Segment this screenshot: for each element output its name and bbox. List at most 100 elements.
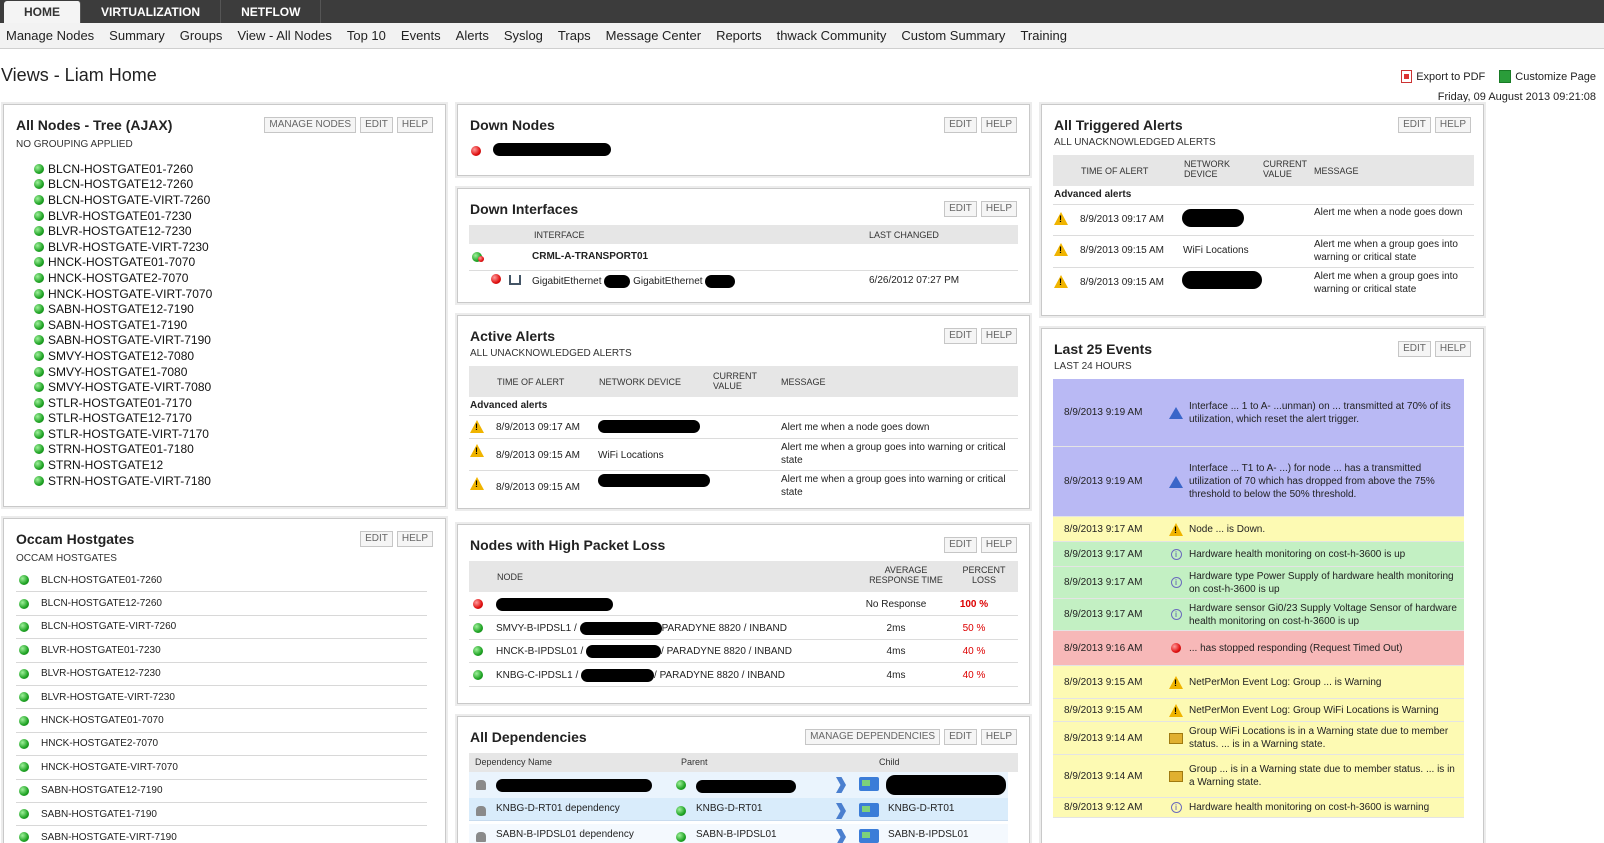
menu-groups[interactable]: Groups <box>180 23 238 48</box>
menu-view-all-nodes[interactable]: View - All Nodes <box>237 23 346 48</box>
menu-alerts[interactable]: Alerts <box>456 23 504 48</box>
list-item[interactable]: 8/9/2013 9:19 AM Interface ... T1 to A- … <box>1053 447 1464 517</box>
list-item[interactable]: 8/9/2013 9:15 AM NetPerMon Event Log: Gr… <box>1053 699 1464 722</box>
edit-button[interactable]: EDIT <box>944 537 977 553</box>
list-item[interactable]: 8/9/2013 9:16 AM ... has stopped respond… <box>1053 631 1464 666</box>
redacted-node-name[interactable] <box>493 143 611 156</box>
list-item[interactable]: 8/9/2013 9:12 AM i Hardware health monit… <box>1053 798 1464 818</box>
edit-button[interactable]: EDIT <box>944 328 977 344</box>
menu-summary[interactable]: Summary <box>109 23 180 48</box>
redacted-device[interactable] <box>598 420 700 433</box>
edit-button[interactable]: EDIT <box>944 201 977 217</box>
menu-syslog[interactable]: Syslog <box>504 23 558 48</box>
dependency-name[interactable]: SABN-B-IPDSL01 dependency <box>496 829 634 840</box>
edit-button[interactable]: EDIT <box>944 729 977 745</box>
redacted-device[interactable] <box>1182 209 1244 227</box>
dependency-name[interactable]: KNBG-D-RT01 dependency <box>496 803 620 814</box>
menu-manage-nodes[interactable]: Manage Nodes <box>6 23 109 48</box>
interface-name[interactable]: GigabitEthernet GigabitEthernet <box>532 275 736 288</box>
edit-button[interactable]: EDIT <box>360 531 393 547</box>
tree-node[interactable]: BLVR-HOSTGATE-VIRT-7230 <box>34 239 212 255</box>
tree-node[interactable]: SMVY-HOSTGATE1-7080 <box>34 364 212 380</box>
parent-name[interactable]: SABN-B-IPDSL01 <box>696 829 777 840</box>
tree-node[interactable]: BLVR-HOSTGATE01-7230 <box>34 208 212 224</box>
menu-message-center[interactable]: Message Center <box>606 23 716 48</box>
alert-device[interactable]: WiFi Locations <box>598 450 664 461</box>
list-item[interactable]: SABN-HOSTGATE-VIRT-7190 <box>16 826 427 843</box>
tree-node[interactable]: SABN-HOSTGATE-VIRT-7190 <box>34 333 212 349</box>
tree-node[interactable]: BLVR-HOSTGATE12-7230 <box>34 223 212 239</box>
menu-top-10[interactable]: Top 10 <box>347 23 401 48</box>
list-item[interactable]: SABN-HOSTGATE1-7190 <box>16 803 427 827</box>
child-name[interactable]: KNBG-D-RT01 <box>888 803 955 814</box>
tree-node[interactable]: HNCK-HOSTGATE01-7070 <box>34 255 212 271</box>
help-button[interactable]: HELP <box>1434 117 1471 133</box>
list-item[interactable]: 8/9/2013 9:17 AM i Hardware type Power S… <box>1053 567 1464 599</box>
list-item[interactable]: 8/9/2013 9:17 AM i Hardware sensor Gi0/2… <box>1053 599 1464 631</box>
tree-node[interactable]: HNCK-HOSTGATE2-7070 <box>34 270 212 286</box>
tree-node[interactable]: SMVY-HOSTGATE-VIRT-7080 <box>34 379 212 395</box>
tree-node[interactable]: STLR-HOSTGATE-VIRT-7170 <box>34 426 212 442</box>
help-button[interactable]: HELP <box>396 531 433 547</box>
list-item[interactable]: 8/9/2013 9:17 AM Node ... is Down. <box>1053 517 1464 542</box>
help-button[interactable]: HELP <box>980 117 1017 133</box>
list-item[interactable]: BLCN-HOSTGATE01-7260 <box>16 569 427 593</box>
list-item[interactable]: BLVR-HOSTGATE-VIRT-7230 <box>16 686 427 710</box>
tab-home[interactable]: HOME <box>4 1 81 24</box>
tree-node[interactable]: SABN-HOSTGATE1-7190 <box>34 317 212 333</box>
help-button[interactable]: HELP <box>980 201 1017 217</box>
tree-node[interactable]: STRN-HOSTGATE01-7180 <box>34 442 212 458</box>
customize-page-link[interactable]: Customize Page <box>1499 70 1596 83</box>
tree-node[interactable]: HNCK-HOSTGATE-VIRT-7070 <box>34 286 212 302</box>
help-button[interactable]: HELP <box>396 117 433 133</box>
help-button[interactable]: HELP <box>980 328 1017 344</box>
alert-device[interactable]: WiFi Locations <box>1183 245 1249 256</box>
menu-thwack-community[interactable]: thwack Community <box>777 23 902 48</box>
help-button[interactable]: HELP <box>980 537 1017 553</box>
tree-node[interactable]: STRN-HOSTGATE12 <box>34 457 212 473</box>
tab-virtualization[interactable]: VIRTUALIZATION <box>81 0 222 23</box>
tree-node[interactable]: BLCN-HOSTGATE-VIRT-7260 <box>34 192 212 208</box>
help-button[interactable]: HELP <box>980 729 1017 745</box>
menu-reports[interactable]: Reports <box>716 23 777 48</box>
tree-node[interactable]: SABN-HOSTGATE12-7190 <box>34 301 212 317</box>
menu-training[interactable]: Training <box>1020 23 1081 48</box>
list-item[interactable]: BLVR-HOSTGATE01-7230 <box>16 639 427 663</box>
table-row[interactable] <box>496 598 613 611</box>
menu-events[interactable]: Events <box>401 23 456 48</box>
tree-node[interactable]: SMVY-HOSTGATE12-7080 <box>34 348 212 364</box>
edit-button[interactable]: EDIT <box>360 117 393 133</box>
tree-node[interactable]: BLCN-HOSTGATE01-7260 <box>34 161 212 177</box>
list-item[interactable]: 8/9/2013 9:19 AM Interface ... 1 to A- .… <box>1053 379 1464 447</box>
list-item[interactable]: 8/9/2013 9:14 AM Group ... is in a Warni… <box>1053 755 1464 798</box>
redacted-device[interactable] <box>598 474 710 487</box>
parent-name[interactable]: KNBG-D-RT01 <box>696 803 763 814</box>
edit-button[interactable]: EDIT <box>944 117 977 133</box>
menu-traps[interactable]: Traps <box>558 23 606 48</box>
help-button[interactable]: HELP <box>1434 341 1471 357</box>
list-item[interactable]: HNCK-HOSTGATE-VIRT-7070 <box>16 756 427 780</box>
list-item[interactable]: HNCK-HOSTGATE2-7070 <box>16 733 427 757</box>
table-row[interactable]: KNBG-C-IPDSL1 / / PARADYNE 8820 / INBAND <box>496 668 785 682</box>
interface-node-name[interactable]: CRML-A-TRANSPORT01 <box>532 251 648 262</box>
export-pdf-link[interactable]: Export to PDF <box>1401 70 1485 83</box>
list-item[interactable]: HNCK-HOSTGATE01-7070 <box>16 709 427 733</box>
table-row[interactable]: SMVY-B-IPDSL1 / PARADYNE 8820 / INBAND <box>496 621 787 635</box>
tree-node[interactable]: STRN-HOSTGATE-VIRT-7180 <box>34 473 212 489</box>
list-item[interactable]: 8/9/2013 9:15 AM NetPerMon Event Log: Gr… <box>1053 666 1464 699</box>
list-item[interactable]: BLVR-HOSTGATE12-7230 <box>16 663 427 686</box>
list-item[interactable]: BLCN-HOSTGATE12-7260 <box>16 592 427 616</box>
edit-button[interactable]: EDIT <box>1398 341 1431 357</box>
table-row[interactable]: HNCK-B-IPDSL01 / / PARADYNE 8820 / INBAN… <box>496 645 792 658</box>
list-item[interactable]: 8/9/2013 9:17 AM i Hardware health monit… <box>1053 542 1464 567</box>
manage-dependencies-button[interactable]: MANAGE DEPENDENCIES <box>805 729 941 745</box>
tree-node[interactable]: BLCN-HOSTGATE12-7260 <box>34 177 212 193</box>
manage-nodes-button[interactable]: MANAGE NODES <box>264 117 357 133</box>
child-name[interactable]: SABN-B-IPDSL01 <box>888 829 969 840</box>
list-item[interactable]: 8/9/2013 9:14 AM Group WiFi Locations is… <box>1053 722 1464 755</box>
list-item[interactable]: BLCN-HOSTGATE-VIRT-7260 <box>16 616 427 640</box>
tree-node[interactable]: STLR-HOSTGATE12-7170 <box>34 411 212 427</box>
redacted-device[interactable] <box>1182 271 1262 289</box>
edit-button[interactable]: EDIT <box>1398 117 1431 133</box>
tree-node[interactable]: STLR-HOSTGATE01-7170 <box>34 395 212 411</box>
